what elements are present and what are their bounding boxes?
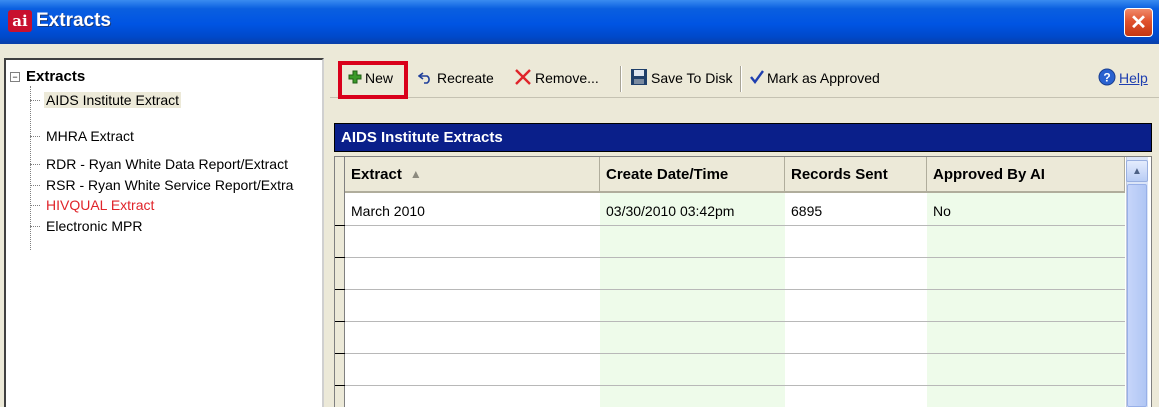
tree-item-label: HIVQUAL Extract — [46, 197, 155, 213]
tree-item-mhra-extract[interactable]: MHRA Extract — [30, 126, 136, 146]
new-button-label: New — [365, 70, 394, 86]
column-header-label: Extract — [351, 165, 402, 183]
recreate-button[interactable]: Recreate — [417, 66, 494, 90]
row-gutter-tick — [335, 289, 345, 290]
undo-arrow-icon — [417, 70, 434, 87]
column-header-label: Records Sent — [791, 165, 888, 183]
x-icon — [514, 68, 532, 89]
row-gutter-tick — [335, 353, 345, 354]
help-link-label: Help — [1119, 70, 1148, 86]
toolbar: New Recreate Remove... Save To Disk Mark… — [330, 58, 1159, 98]
checkmark-icon — [750, 69, 764, 87]
tree-root-extracts[interactable]: − Extracts — [10, 68, 85, 85]
column-header-records-sent[interactable]: Records Sent — [785, 157, 927, 193]
row-gutter-tick — [335, 225, 345, 226]
row-gutter-tick — [335, 385, 345, 386]
window-title: Extracts — [36, 10, 111, 31]
table-row[interactable] — [345, 385, 1125, 386]
remove-button[interactable]: Remove... — [514, 66, 599, 90]
remove-button-label: Remove... — [535, 70, 599, 86]
tree-item-label: RSR - Ryan White Service Report/Extra — [46, 177, 294, 193]
tree-item-label: AIDS Institute Extract — [44, 92, 182, 108]
floppy-disk-icon — [630, 68, 648, 89]
collapse-expander-icon[interactable]: − — [10, 71, 20, 82]
cell-extract[interactable]: March 2010 — [351, 203, 425, 219]
tree-root-label: Extracts — [26, 68, 86, 85]
scroll-up-arrow-icon[interactable]: ▲ — [1126, 160, 1148, 182]
row-selector-gutter[interactable] — [335, 157, 345, 407]
new-button[interactable]: New — [348, 66, 393, 90]
table-row[interactable] — [345, 289, 1125, 290]
table-row[interactable] — [345, 257, 1125, 258]
column-header-approved-by-ai[interactable]: Approved By AI — [927, 157, 1125, 193]
column-header-create-date[interactable]: Create Date/Time — [600, 157, 785, 193]
cell-approved[interactable]: No — [933, 203, 951, 219]
cell-records-sent[interactable]: 6895 — [791, 203, 822, 219]
column-header-label: Create Date/Time — [606, 165, 729, 183]
save-to-disk-button[interactable]: Save To Disk — [630, 66, 732, 90]
toolbar-separator — [620, 66, 622, 92]
title-bar[interactable]: ai Extracts ✕ — [0, 0, 1159, 44]
mark-as-approved-label: Mark as Approved — [767, 70, 880, 86]
row-gutter-tick — [335, 257, 345, 258]
plus-icon — [348, 70, 362, 87]
tree-item-aids-institute-extract[interactable]: AIDS Institute Extract — [30, 90, 182, 110]
toolbar-separator — [740, 66, 742, 92]
row-gutter-tick — [335, 321, 345, 322]
mark-as-approved-button[interactable]: Mark as Approved — [750, 66, 880, 90]
save-to-disk-label: Save To Disk — [651, 70, 733, 86]
extracts-tree: − Extracts AIDS Institute Extract MHRA E… — [4, 58, 324, 407]
grid-title-bar: AIDS Institute Extracts — [334, 123, 1152, 152]
tree-item-rdr-extract[interactable]: RDR - Ryan White Data Report/Extract — [30, 154, 290, 174]
extracts-grid[interactable]: Extract ▲ Create Date/Time Records Sent … — [334, 156, 1152, 407]
tree-item-label: Electronic MPR — [46, 218, 143, 234]
help-question-icon: ? — [1098, 68, 1116, 89]
app-logo-icon: ai — [8, 10, 32, 32]
table-row[interactable] — [345, 321, 1125, 322]
table-row[interactable] — [345, 225, 1125, 226]
tree-item-hivqual-extract[interactable]: HIVQUAL Extract — [30, 195, 156, 215]
tree-item-rsr-extract[interactable]: RSR - Ryan White Service Report/Extra — [30, 175, 295, 195]
tree-item-label: MHRA Extract — [46, 128, 134, 144]
svg-text:?: ? — [1103, 70, 1110, 84]
table-row[interactable] — [345, 353, 1125, 354]
tree-item-label: RDR - Ryan White Data Report/Extract — [46, 156, 288, 172]
tree-item-electronic-mpr[interactable]: Electronic MPR — [30, 216, 144, 236]
column-header-label: Approved By AI — [933, 165, 1045, 183]
cell-create-date[interactable]: 03/30/2010 03:42pm — [606, 203, 734, 219]
sort-ascending-icon: ▲ — [409, 167, 422, 181]
column-header-extract[interactable]: Extract ▲ — [345, 157, 600, 193]
close-button[interactable]: ✕ — [1124, 8, 1153, 37]
help-link[interactable]: ? Help — [1098, 66, 1148, 90]
recreate-button-label: Recreate — [437, 70, 494, 86]
scroll-thumb[interactable] — [1127, 184, 1147, 407]
